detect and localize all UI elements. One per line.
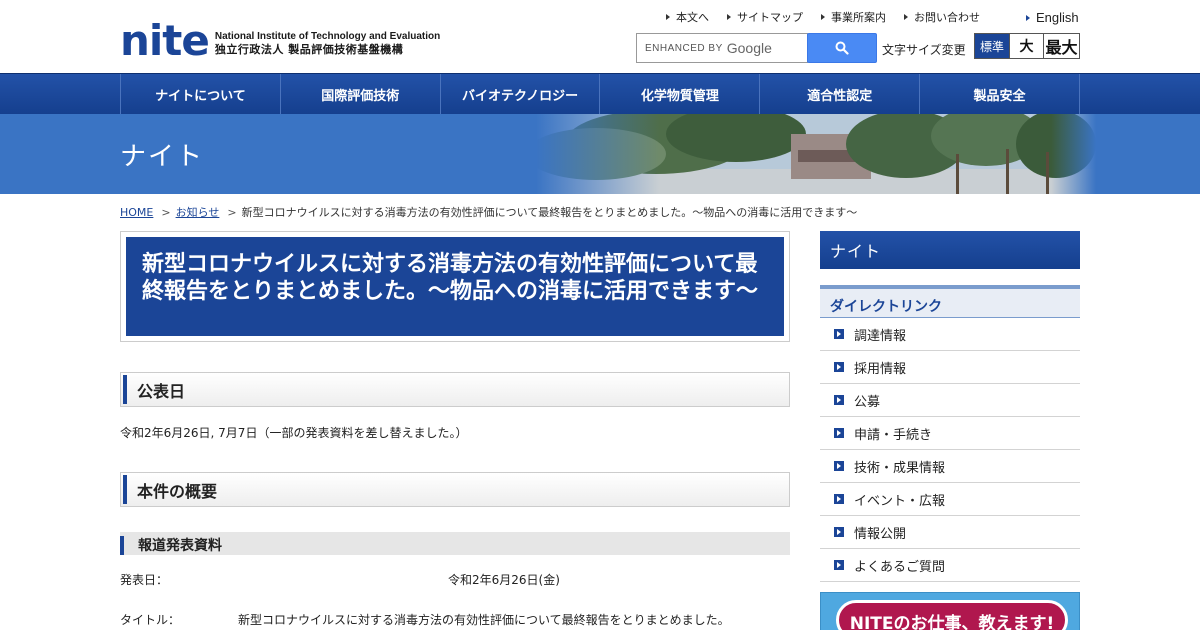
- search-brand-prefix: ENHANCED BY: [645, 42, 723, 54]
- sidebar-item-disclosure[interactable]: 情報公開: [820, 516, 1080, 549]
- release-date-row: 発表日： 令和2年6月26日(金): [120, 571, 560, 588]
- section-heading-overview: 本件の概要: [120, 472, 790, 507]
- global-nav-list: ナイトについて 国際評価技術 バイオテクノロジー 化学物質管理 適合性認定 製品…: [120, 74, 1080, 114]
- sidebar-item-recruitment[interactable]: 採用情報: [820, 351, 1080, 384]
- breadcrumb-home[interactable]: HOME: [120, 206, 153, 219]
- sidebar-item-technical-results[interactable]: 技術・成果情報: [820, 450, 1080, 483]
- arrow-square-icon: [834, 494, 844, 504]
- publication-date-text: 令和2年6月26日, 7月7日（一部の発表資料を差し替えました。）: [120, 426, 468, 440]
- font-size-label: 文字サイズ変更: [882, 43, 966, 57]
- logo-english-name: National Institute of Technology and Eva…: [214, 31, 441, 42]
- arrow-square-icon: [834, 362, 844, 372]
- building-photo: [536, 114, 1096, 194]
- nite-logo[interactable]: nite National Institute of Technology an…: [120, 16, 440, 65]
- font-size-selector: 標準 大 最大: [974, 33, 1080, 59]
- nite-work-banner[interactable]: NITEのお仕事、教えます!: [820, 592, 1080, 630]
- global-nav: ナイトについて 国際評価技術 バイオテクノロジー 化学物質管理 適合性認定 製品…: [0, 73, 1200, 114]
- subsection-heading-press-release: 報道発表資料: [120, 532, 790, 555]
- triangle-right-icon: [727, 14, 731, 20]
- triangle-right-icon: [666, 14, 670, 20]
- logo-japanese-name: 独立行政法人 製品評価技術基盤機構: [214, 43, 404, 56]
- release-date-value: 令和2年6月26日(金): [448, 573, 560, 587]
- arrow-square-icon: [834, 527, 844, 537]
- arrow-square-icon: [834, 560, 844, 570]
- sidebar-item-procurement[interactable]: 調達情報: [820, 318, 1080, 351]
- page-title: 新型コロナウイルスに対する消毒方法の有効性評価について最終報告をとりまとめました…: [126, 237, 784, 336]
- sidebar-item-events[interactable]: イベント・広報: [820, 483, 1080, 516]
- direct-link-heading: ダイレクトリンク: [820, 285, 1080, 318]
- arrow-square-icon: [834, 461, 844, 471]
- arrow-square-icon: [834, 329, 844, 339]
- breadcrumb-news[interactable]: お知らせ: [176, 204, 220, 220]
- page-title-box: 新型コロナウイルスに対する消毒方法の有効性評価について最終報告をとりまとめました…: [120, 231, 790, 342]
- nav-item-international-evaluation[interactable]: 国際評価技術: [281, 74, 441, 114]
- search-button[interactable]: [807, 33, 877, 63]
- breadcrumb: HOME > お知らせ > 新型コロナウイルスに対する消毒方法の有効性評価につい…: [120, 204, 857, 220]
- triangle-right-icon: [821, 14, 825, 20]
- arrow-square-icon: [834, 395, 844, 405]
- logo-text: National Institute of Technology and Eva…: [215, 31, 440, 58]
- sidebar-item-public-offering[interactable]: 公募: [820, 384, 1080, 417]
- sidebar-header[interactable]: ナイト: [820, 231, 1080, 269]
- breadcrumb-separator-icon: >: [227, 205, 237, 219]
- sidebar-item-faq[interactable]: よくあるご質問: [820, 549, 1080, 582]
- arrow-square-icon: [834, 428, 844, 438]
- nav-item-accreditation[interactable]: 適合性認定: [760, 74, 921, 114]
- breadcrumb-separator-icon: >: [161, 205, 171, 219]
- util-link-sitemap[interactable]: サイトマップ: [727, 9, 803, 25]
- hero-title: ナイト: [120, 142, 205, 172]
- direct-link-list: 調達情報 採用情報 公募 申請・手続き 技術・成果情報 イベント・広報 情報公開…: [820, 318, 1080, 582]
- release-title-label: タイトル：: [120, 613, 181, 627]
- util-link-offices[interactable]: 事業所案内: [821, 9, 886, 25]
- breadcrumb-current: 新型コロナウイルスに対する消毒方法の有効性評価について最終報告をとりまとめました…: [241, 206, 858, 219]
- english-link[interactable]: English: [1026, 10, 1079, 25]
- utility-links: 本文へ サイトマップ 事業所案内 お問い合わせ: [666, 9, 998, 25]
- font-size-standard-button[interactable]: 標準: [975, 34, 1009, 58]
- search-brand: Google: [726, 40, 772, 56]
- nav-item-biotechnology[interactable]: バイオテクノロジー: [441, 74, 601, 114]
- search-icon: [835, 41, 849, 55]
- triangle-right-icon: [1026, 14, 1030, 21]
- section-heading-publication-date: 公表日: [120, 372, 790, 407]
- banner-text: NITEのお仕事、教えます!: [836, 600, 1068, 630]
- nav-item-chemical-management[interactable]: 化学物質管理: [600, 74, 761, 114]
- font-size-max-button[interactable]: 最大: [1043, 34, 1079, 58]
- search-input[interactable]: ENHANCED BY Google: [636, 33, 808, 63]
- util-link-contact[interactable]: お問い合わせ: [904, 9, 980, 25]
- sidebar-item-applications[interactable]: 申請・手続き: [820, 417, 1080, 450]
- release-title-row: タイトル： 新型コロナウイルスに対する消毒方法の有効性評価について最終報告をとり…: [120, 611, 730, 628]
- font-size-large-button[interactable]: 大: [1009, 34, 1043, 58]
- release-title-value: 新型コロナウイルスに対する消毒方法の有効性評価について最終報告をとりまとめました…: [238, 613, 730, 627]
- site-header: nite National Institute of Technology an…: [0, 0, 1200, 73]
- nav-item-product-safety[interactable]: 製品安全: [920, 74, 1080, 114]
- triangle-right-icon: [904, 14, 908, 20]
- hero-banner: ナイト: [0, 114, 1200, 194]
- nav-item-about[interactable]: ナイトについて: [121, 74, 281, 114]
- util-link-skip-to-content[interactable]: 本文へ: [666, 9, 709, 25]
- release-date-label: 発表日：: [120, 573, 169, 587]
- logo-mark: nite: [120, 16, 210, 65]
